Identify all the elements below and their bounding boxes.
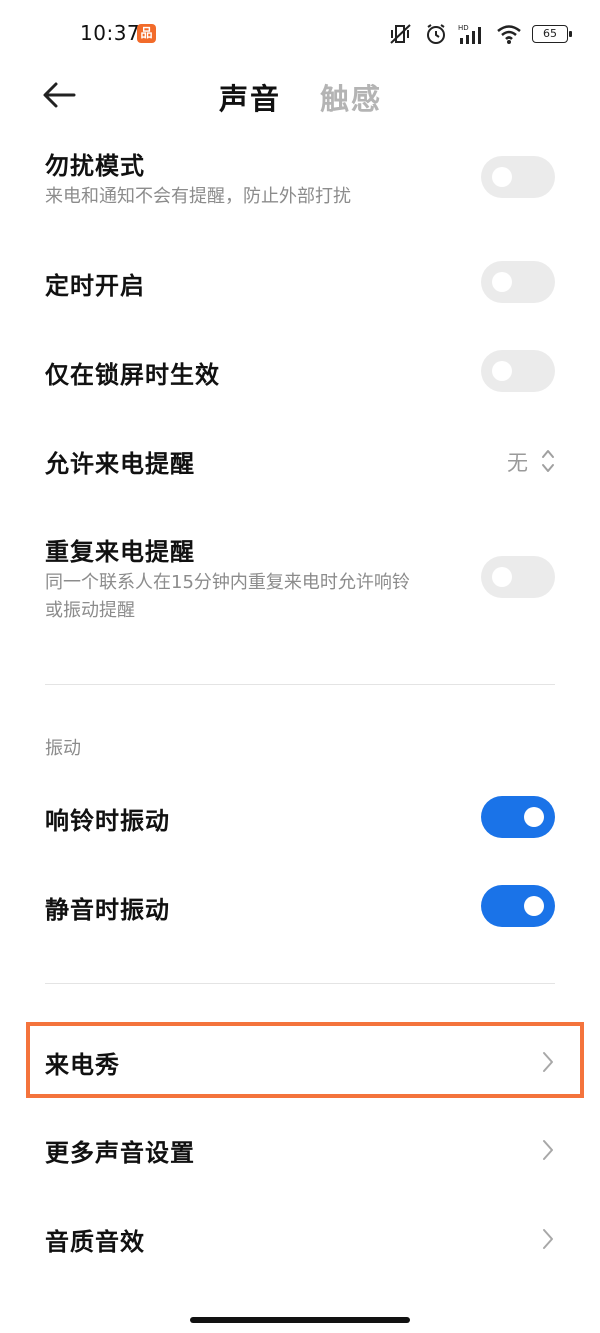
highlight-box xyxy=(26,1022,584,1098)
ring-vibrate-toggle[interactable] xyxy=(481,796,555,838)
repeat-calls-title: 重复来电提醒 xyxy=(45,538,195,566)
section-label-vibration: 振动 xyxy=(45,738,81,759)
hd-signal-icon: HD xyxy=(458,24,481,44)
mute-vibrate-icon xyxy=(390,24,411,44)
silent-vibrate-toggle[interactable] xyxy=(481,885,555,927)
lockscreen-only-title: 仅在锁屏时生效 xyxy=(45,361,220,389)
battery-icon: 65 xyxy=(532,25,572,43)
divider xyxy=(45,684,555,685)
home-indicator[interactable] xyxy=(190,1317,410,1323)
dnd-row[interactable]: 勿扰模式 来电和通知不会有提醒，防止外部打扰 xyxy=(0,140,600,220)
dnd-toggle[interactable] xyxy=(481,156,555,198)
status-icons: HD 65 xyxy=(388,20,572,48)
allow-calls-row[interactable]: 允许来电提醒 无 xyxy=(0,433,600,487)
expand-chevron-icon xyxy=(542,450,554,472)
repeat-calls-row[interactable]: 重复来电提醒 同一个联系人在15分钟内重复来电时允许响铃 或振动提醒 xyxy=(0,528,600,628)
tab-haptics[interactable]: 触感 xyxy=(320,76,382,118)
chevron-right-icon xyxy=(543,1229,553,1249)
nav-item-label: 音质音效 xyxy=(45,1228,145,1256)
allow-calls-value: 无 xyxy=(507,451,528,475)
scheduled-title: 定时开启 xyxy=(45,272,145,300)
lockscreen-only-toggle[interactable] xyxy=(481,350,555,392)
repeat-calls-subtitle-2: 或振动提醒 xyxy=(45,600,135,621)
svg-text:HD: HD xyxy=(458,24,469,32)
tab-sound[interactable]: 声音 xyxy=(219,76,281,118)
alarm-icon xyxy=(427,24,445,44)
repeat-calls-toggle[interactable] xyxy=(481,556,555,598)
status-time: 10:37 xyxy=(80,21,141,45)
dnd-subtitle: 来电和通知不会有提醒，防止外部打扰 xyxy=(45,186,351,207)
wifi-icon xyxy=(497,25,521,44)
allow-calls-title: 允许来电提醒 xyxy=(45,450,195,478)
lockscreen-only-row[interactable]: 仅在锁屏时生效 xyxy=(0,344,600,398)
nav-item-label: 更多声音设置 xyxy=(45,1139,195,1167)
nav-item-more-sound-settings[interactable]: 更多声音设置 xyxy=(0,1121,600,1179)
silent-vibrate-row[interactable]: 静音时振动 xyxy=(0,879,600,933)
silent-vibrate-title: 静音时振动 xyxy=(45,896,170,924)
ring-vibrate-row[interactable]: 响铃时振动 xyxy=(0,790,600,844)
ring-vibrate-title: 响铃时振动 xyxy=(45,807,170,835)
nav-item-sound-quality[interactable]: 音质音效 xyxy=(0,1210,600,1268)
back-arrow-icon[interactable] xyxy=(40,78,80,112)
chevron-right-icon xyxy=(543,1140,553,1160)
scheduled-toggle[interactable] xyxy=(481,261,555,303)
scheduled-row[interactable]: 定时开启 xyxy=(0,255,600,309)
divider xyxy=(45,983,555,984)
app-notification-icon: 品 xyxy=(137,24,156,43)
dnd-title: 勿扰模式 xyxy=(45,152,145,180)
repeat-calls-subtitle-1: 同一个联系人在15分钟内重复来电时允许响铃 xyxy=(45,572,410,593)
